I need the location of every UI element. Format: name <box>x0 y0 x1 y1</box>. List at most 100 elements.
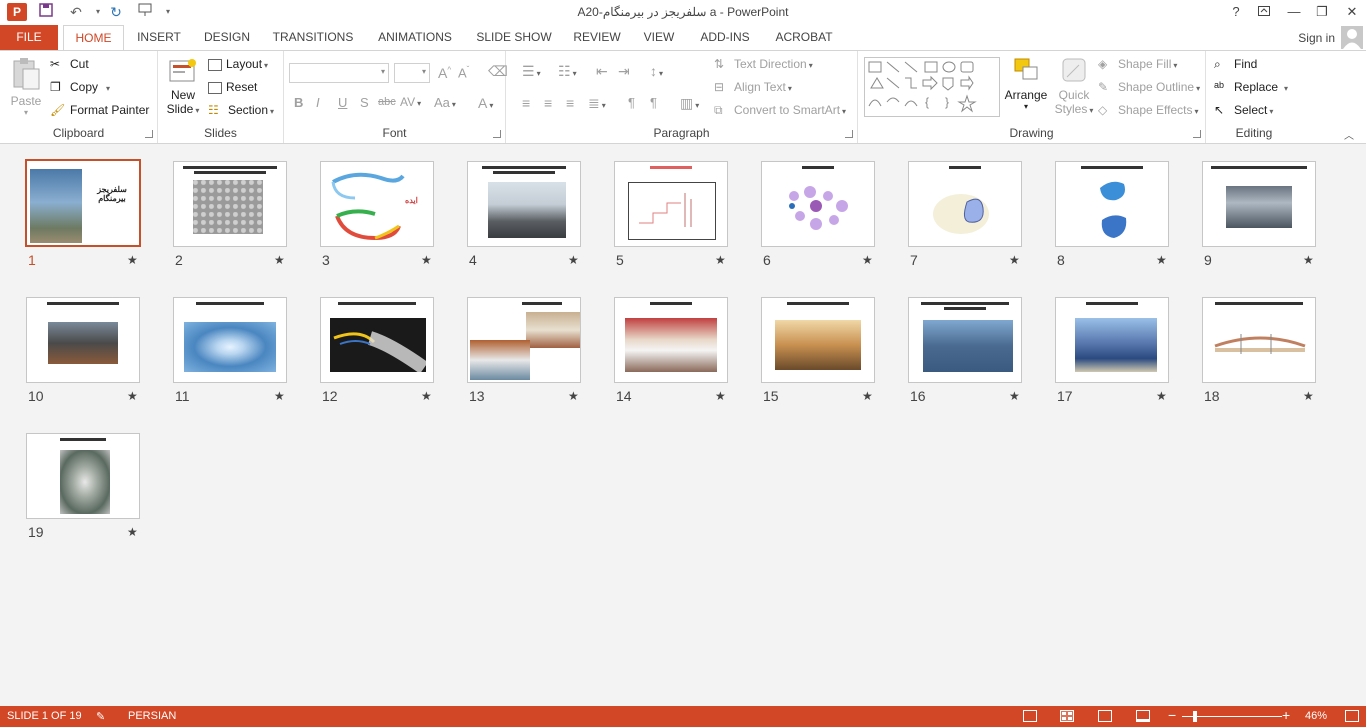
language-status[interactable]: PERSIAN <box>128 710 176 722</box>
numbering-icon[interactable]: ☷ ▾ <box>558 63 577 80</box>
shape-effects-button[interactable]: ◇ Shape Effects ▾ <box>1098 103 1199 119</box>
clipboard-launcher-icon[interactable] <box>145 130 153 138</box>
slide-thumbnail-17[interactable] <box>1055 297 1169 383</box>
replace-button[interactable]: ab Replace ▾ <box>1214 80 1288 96</box>
animation-star-icon[interactable]: ★ <box>1156 389 1167 403</box>
slide-thumbnail-4[interactable] <box>467 161 581 247</box>
reading-view-icon[interactable] <box>1098 710 1112 722</box>
animation-star-icon[interactable]: ★ <box>1303 253 1314 267</box>
slide-thumbnail-1[interactable]: سلفریجز بیرمنگام <box>25 159 141 247</box>
animation-star-icon[interactable]: ★ <box>568 389 579 403</box>
right-to-left-icon[interactable]: ¶ <box>650 95 657 110</box>
shapes-gallery[interactable]: { } <box>864 57 1000 117</box>
tab-acrobat[interactable]: ACROBAT <box>772 25 836 50</box>
restore-icon[interactable]: ❐ <box>1312 3 1332 21</box>
increase-font-size-icon[interactable]: A^ <box>438 65 451 81</box>
slide-thumbnail-2[interactable] <box>173 161 287 247</box>
zoom-slider-thumb[interactable] <box>1193 711 1197 722</box>
tab-add-ins[interactable]: ADD-INS <box>694 25 756 50</box>
select-button[interactable]: ↖ Select ▾ <box>1214 103 1273 119</box>
slide-thumbnail-6[interactable] <box>761 161 875 247</box>
zoom-in-button[interactable]: + <box>1282 707 1290 723</box>
font-launcher-icon[interactable] <box>493 130 501 138</box>
help-button[interactable]: ? <box>1226 3 1246 21</box>
drawing-launcher-icon[interactable] <box>1193 130 1201 138</box>
tab-design[interactable]: DESIGN <box>200 25 254 50</box>
shape-outline-button[interactable]: ✎ Shape Outline ▾ <box>1098 80 1200 96</box>
slide-sorter-view-icon[interactable] <box>1060 710 1074 722</box>
slide-thumbnail-10[interactable] <box>26 297 140 383</box>
zoom-out-button[interactable]: − <box>1168 707 1176 723</box>
avatar[interactable] <box>1341 26 1363 49</box>
slide-thumbnail-16[interactable] <box>908 297 1022 383</box>
slide-thumbnail-11[interactable] <box>173 297 287 383</box>
normal-view-icon[interactable] <box>1023 710 1037 722</box>
animation-star-icon[interactable]: ★ <box>421 389 432 403</box>
slide-thumbnail-13[interactable] <box>467 297 581 383</box>
slide-thumbnail-9[interactable] <box>1202 161 1316 247</box>
reset-button[interactable]: Reset <box>208 80 257 94</box>
tab-insert[interactable]: INSERT <box>134 25 184 50</box>
tab-animations[interactable]: ANIMATIONS <box>372 25 458 50</box>
slide-thumbnail-18[interactable] <box>1202 297 1316 383</box>
section-button[interactable]: ☷ Section ▾ <box>208 103 274 119</box>
font-color-button[interactable]: A ▾ <box>478 95 493 111</box>
quick-styles-button[interactable]: Quick Styles ▾ <box>1052 57 1096 116</box>
slide-thumbnail-12[interactable] <box>320 297 434 383</box>
font-family-dropdown[interactable]: ▾ <box>289 63 389 83</box>
bullets-icon[interactable]: ☰ ▾ <box>522 63 541 80</box>
animation-star-icon[interactable]: ★ <box>127 389 138 403</box>
slide-thumbnail-19[interactable] <box>26 433 140 519</box>
notes-icon[interactable]: ✎ <box>96 710 105 723</box>
tab-review[interactable]: REVIEW <box>570 25 624 50</box>
align-left-icon[interactable]: ≡ <box>522 95 530 111</box>
animation-star-icon[interactable]: ★ <box>862 389 873 403</box>
columns-icon[interactable]: ▥ ▾ <box>680 95 699 112</box>
copy-button[interactable]: ❐ Copy ▾ <box>50 80 110 96</box>
slide-thumbnail-8[interactable] <box>1055 161 1169 247</box>
align-right-icon[interactable]: ≡ <box>566 95 574 111</box>
align-text-button[interactable]: ⊟ Align Text ▾ <box>714 80 792 96</box>
slide-thumbnail-5[interactable] <box>614 161 728 247</box>
animation-star-icon[interactable]: ★ <box>274 253 285 267</box>
decrease-indent-icon[interactable]: ⇤ <box>596 63 608 80</box>
animation-star-icon[interactable]: ★ <box>274 389 285 403</box>
justify-icon[interactable]: ≣ ▾ <box>588 95 606 112</box>
slide-thumbnail-7[interactable] <box>908 161 1022 247</box>
slide-thumbnail-3[interactable]: ایده <box>320 161 434 247</box>
close-icon[interactable]: ✕ <box>1342 3 1362 21</box>
tab-home[interactable]: HOME <box>63 25 124 51</box>
animation-star-icon[interactable]: ★ <box>1009 253 1020 267</box>
zoom-level[interactable]: 46% <box>1305 710 1327 722</box>
collapse-ribbon-icon[interactable]: ︿ <box>1344 127 1354 142</box>
animation-star-icon[interactable]: ★ <box>1156 253 1167 267</box>
shape-fill-button[interactable]: ◈ Shape Fill ▾ <box>1098 57 1177 73</box>
line-spacing-icon[interactable]: ↕ ▾ <box>650 63 663 79</box>
tab-slide-show[interactable]: SLIDE SHOW <box>474 25 554 50</box>
strikethrough-button[interactable]: abc <box>378 96 396 108</box>
tab-view[interactable]: VIEW <box>640 25 678 50</box>
fit-to-window-icon[interactable] <box>1345 710 1359 722</box>
tab-transitions[interactable]: TRANSITIONS <box>270 25 356 50</box>
animation-star-icon[interactable]: ★ <box>1303 389 1314 403</box>
animation-star-icon[interactable]: ★ <box>1009 389 1020 403</box>
find-button[interactable]: ⌕ Find <box>1214 57 1257 73</box>
align-center-icon[interactable]: ≡ <box>544 95 552 111</box>
character-spacing-button[interactable]: AV ▾ <box>400 95 421 109</box>
decrease-font-size-icon[interactable]: Aˇ <box>458 65 469 80</box>
arrange-button[interactable]: Arrange ▾ <box>1004 57 1048 111</box>
underline-button[interactable]: U <box>338 95 347 110</box>
slide-thumbnail-15[interactable] <box>761 297 875 383</box>
bold-button[interactable]: B <box>294 95 303 110</box>
paragraph-launcher-icon[interactable] <box>845 130 853 138</box>
animation-star-icon[interactable]: ★ <box>127 525 138 539</box>
paste-button[interactable]: Paste ▾ <box>8 57 44 117</box>
clear-formatting-icon[interactable]: ⌫ <box>488 63 508 80</box>
increase-indent-icon[interactable]: ⇥ <box>618 63 630 80</box>
sign-in-link[interactable]: Sign in <box>1298 31 1335 45</box>
left-to-right-icon[interactable]: ¶ <box>628 95 635 110</box>
ribbon-display-options-icon[interactable] <box>1254 3 1274 21</box>
animation-star-icon[interactable]: ★ <box>421 253 432 267</box>
slide-thumbnail-14[interactable] <box>614 297 728 383</box>
new-slide-button[interactable]: New Slide ▾ <box>164 57 202 116</box>
